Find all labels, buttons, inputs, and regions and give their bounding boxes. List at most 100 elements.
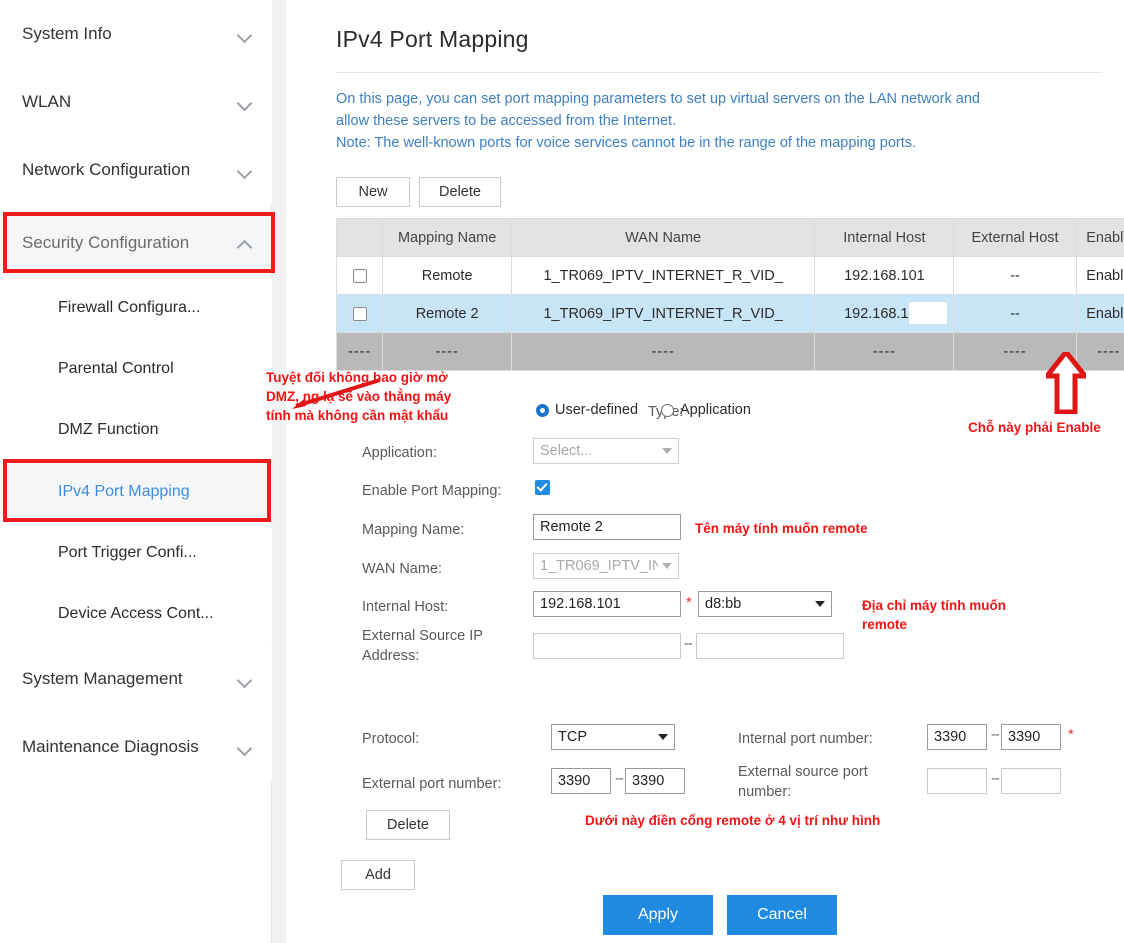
redaction-overlay	[909, 302, 948, 324]
row-checkbox-cell[interactable]	[335, 256, 384, 295]
page-title: IPv4 Port Mapping	[336, 26, 529, 52]
annotation-arrow-to-enable	[1046, 352, 1086, 414]
sidebar-item-label: Maintenance Diagnosis	[22, 737, 199, 756]
table-row[interactable]: Remote 1_TR069_IPTV_INTERNET_R_VID_ 192.…	[335, 256, 1124, 295]
cell-placeholder: ----	[814, 332, 955, 371]
sidebar-item-parental-control[interactable]: Parental Control	[0, 338, 272, 399]
radio-application-icon[interactable]	[661, 403, 674, 417]
chevron-down-icon	[662, 563, 672, 569]
internal-host-input[interactable]	[533, 591, 681, 617]
sidebar-item-label: Security Configuration	[22, 233, 190, 252]
internal-port-required-mark: *	[1068, 726, 1074, 743]
cell-mapping-name: Remote	[382, 256, 512, 295]
external-source-port-label: External source port number:	[738, 764, 868, 800]
annotation-internal-host-hint: Địa chỉ máy tính muốn remote	[862, 598, 1007, 632]
delete-entry-button[interactable]: Delete	[366, 810, 450, 840]
sidebar-item-wlan[interactable]: WLAN	[0, 68, 272, 136]
apply-button[interactable]: Apply	[603, 895, 713, 935]
column-header-internal-host: Internal Host	[814, 218, 955, 257]
main-content: IPv4 Port Mapping On this page, you can …	[286, 0, 1124, 943]
page-root: System Info WLAN Network Configuration S…	[0, 0, 1124, 943]
sidebar-item-label: Parental Control	[58, 359, 174, 377]
internal-host-required-mark: *	[686, 594, 692, 611]
internal-port-label: Internal port number:	[738, 731, 873, 747]
external-source-ip-from-input[interactable]	[533, 633, 681, 659]
sidebar-content-gap	[272, 0, 286, 943]
external-source-port-from-input[interactable]	[927, 768, 987, 794]
application-select-value: Select...	[540, 443, 593, 459]
cell-external-host: --	[953, 256, 1077, 295]
cell-internal-host-value: 192.168.101	[844, 267, 925, 284]
chevron-down-icon	[238, 163, 252, 177]
cell-internal-host: 192.168.101	[814, 294, 955, 333]
internal-port-range-separator: --	[991, 727, 1000, 743]
annotation-arrow-to-dmz	[292, 378, 381, 409]
cell-placeholder: ----	[510, 332, 816, 371]
sidebar-item-security-configuration[interactable]: Security Configuration	[0, 213, 272, 273]
chevron-down-icon	[238, 672, 252, 686]
sidebar-item-label: System Info	[22, 24, 112, 43]
radio-application[interactable]: Application	[661, 402, 751, 418]
wan-name-select[interactable]: 1_TR069_IPTV_IN	[533, 553, 679, 579]
radio-user-defined-icon[interactable]	[536, 403, 549, 417]
cell-internal-host: 192.168.101	[814, 256, 955, 295]
external-source-ip-to-input[interactable]	[696, 633, 844, 659]
description-line-3: Note: The well-known ports for voice ser…	[336, 135, 917, 151]
sidebar-item-dmz-function[interactable]: DMZ Function	[0, 399, 272, 460]
row-checkbox[interactable]	[352, 306, 367, 321]
sidebar-item-label: IPv4 Port Mapping	[58, 482, 190, 500]
external-source-port-to-input[interactable]	[1001, 768, 1061, 794]
wan-name-label: WAN Name:	[362, 561, 443, 577]
protocol-select-value: TCP	[558, 729, 587, 745]
sidebar-item-label: Firewall Configura...	[58, 298, 201, 316]
sidebar-item-device-access-control[interactable]: Device Access Cont...	[0, 583, 272, 644]
new-button[interactable]: New	[336, 177, 410, 207]
protocol-select[interactable]: TCP	[551, 724, 675, 750]
internal-port-from-input[interactable]	[927, 724, 987, 750]
sidebar-item-network-configuration[interactable]: Network Configuration	[0, 136, 272, 204]
external-source-port-range-separator: --	[991, 771, 1000, 787]
sidebar-item-ipv4-port-mapping[interactable]: IPv4 Port Mapping	[0, 461, 272, 522]
external-port-to-input[interactable]	[625, 768, 685, 794]
radio-user-defined[interactable]: User-defined	[536, 402, 638, 418]
application-select[interactable]: Select...	[533, 438, 679, 464]
cell-placeholder: ----	[382, 332, 512, 371]
chevron-down-icon	[238, 27, 252, 41]
column-header-mapping-name: Mapping Name	[382, 218, 512, 257]
radio-user-defined-label: User-defined	[555, 402, 639, 418]
sidebar-item-firewall-configuration[interactable]: Firewall Configura...	[0, 277, 272, 338]
column-header-select	[335, 218, 384, 257]
enable-port-mapping-checkbox[interactable]	[535, 480, 550, 495]
cancel-button[interactable]: Cancel	[727, 895, 837, 935]
cell-wan-name: 1_TR069_IPTV_INTERNET_R_VID_	[510, 256, 816, 295]
sidebar-item-maintenance-diagnosis[interactable]: Maintenance Diagnosis	[0, 713, 272, 781]
internal-host-mac-select[interactable]: d8:bb	[698, 591, 832, 617]
internal-port-to-input[interactable]	[1001, 724, 1061, 750]
add-entry-button[interactable]: Add	[341, 860, 415, 890]
description-line-1: On this page, you can set port mapping p…	[336, 91, 980, 107]
sidebar: System Info WLAN Network Configuration S…	[0, 0, 272, 943]
internal-host-mac-value: d8:bb	[705, 596, 742, 612]
delete-button[interactable]: Delete	[419, 177, 501, 207]
row-checkbox[interactable]	[352, 268, 367, 283]
cell-wan-name: 1_TR069_IPTV_INTERNET_R_VID_	[510, 294, 816, 333]
row-checkbox-cell[interactable]	[335, 294, 384, 333]
chevron-down-icon	[662, 448, 672, 454]
chevron-down-icon	[238, 740, 252, 754]
sidebar-item-system-management[interactable]: System Management	[0, 645, 272, 713]
application-label: Application:	[362, 445, 437, 461]
page-description: On this page, you can set port mapping p…	[336, 88, 1124, 154]
wan-name-select-value: 1_TR069_IPTV_IN	[540, 558, 658, 574]
mapping-name-input[interactable]	[533, 514, 681, 540]
sidebar-item-system-info[interactable]: System Info	[0, 0, 272, 68]
chevron-down-icon	[658, 734, 668, 740]
external-port-from-input[interactable]	[551, 768, 611, 794]
table-row[interactable]: Remote 2 1_TR069_IPTV_INTERNET_R_VID_ 19…	[335, 294, 1124, 333]
description-line-2: allow these servers to be accessed from …	[336, 113, 677, 129]
sidebar-item-label: Network Configuration	[22, 160, 191, 179]
column-header-wan-name: WAN Name	[510, 218, 816, 257]
external-source-ip-range-separator: --	[684, 636, 693, 652]
column-header-external-host: External Host	[953, 218, 1077, 257]
sidebar-item-port-trigger-configuration[interactable]: Port Trigger Confi...	[0, 522, 272, 583]
cell-enable: Enable	[1075, 256, 1124, 295]
